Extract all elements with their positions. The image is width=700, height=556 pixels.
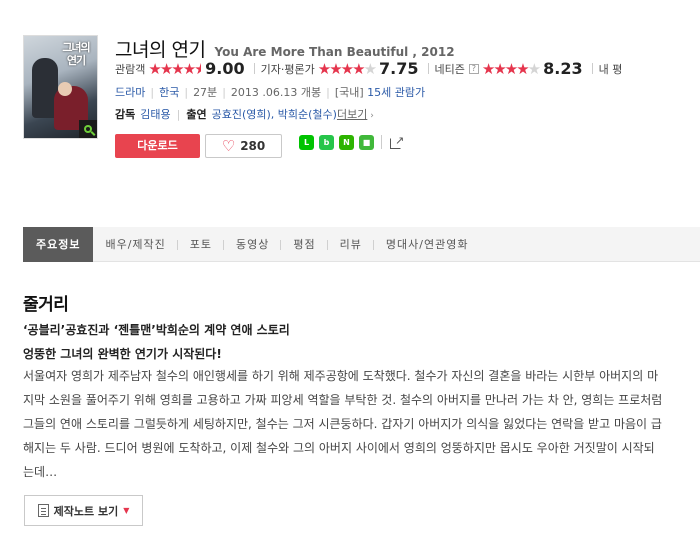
star-rating-audience: ★★★★★ <box>148 59 202 78</box>
movie-title-row: 그녀의 연기 You Are More Than Beautiful , 201… <box>115 35 455 62</box>
score-netizen: 8.23 <box>543 59 583 78</box>
divider: | <box>184 86 189 99</box>
divider: | <box>222 86 226 99</box>
rating-label-mine[interactable]: 내 평 <box>599 61 623 77</box>
rating-label-critic: 기자·평론가 <box>260 62 315 76</box>
rating-row: 관람객 ★★★★★ 9.00 기자·평론가 ★★★★★ 7.75 네티즌 ? ★… <box>115 59 625 78</box>
share-icon[interactable]: ↗ <box>389 134 405 150</box>
divider: | <box>176 108 181 121</box>
divider <box>381 135 382 149</box>
help-icon[interactable]: ? <box>468 63 479 74</box>
movie-title-en: You Are More Than Beautiful , 2012 <box>214 45 455 59</box>
rating-label-netizen: 네티즌 <box>434 62 465 76</box>
more-link[interactable]: 더보기 <box>337 108 367 121</box>
credits: 감독 김태용 | 출연 공효진(영희), 박희순(철수)더보기 › <box>115 106 374 122</box>
band-icon[interactable]: b <box>319 134 334 150</box>
tab-reviews[interactable]: 리뷰 <box>328 227 375 262</box>
star-rating-netizen: ★★★★★ <box>481 59 541 78</box>
synopsis-heading: 줄거리 <box>23 295 69 315</box>
grade-link[interactable]: 15세 관람가 <box>367 86 425 99</box>
director-label: 감독 <box>115 108 136 121</box>
synopsis-body: 서울여자 영희가 제주남자 철수의 애인행세를 하기 위해 제주공항에 도착했다… <box>23 369 663 479</box>
star-rating-critic: ★★★★★ <box>317 59 377 78</box>
cafe-icon[interactable]: ■ <box>359 134 374 150</box>
tab-main-info[interactable]: 주요정보 <box>23 226 94 262</box>
divider <box>427 63 429 74</box>
tab-bar: 주요정보 배우/제작진 포토 동영상 평점 리뷰 명대사/연관영화 <box>23 226 700 262</box>
tab-photos[interactable]: 포토 <box>178 227 225 262</box>
country-link[interactable]: 한국 <box>159 86 179 99</box>
tab-cast-crew[interactable]: 배우/제작진 <box>93 227 179 262</box>
blog-icon[interactable]: N <box>339 134 354 150</box>
document-icon <box>37 504 49 517</box>
score-critic: 7.75 <box>379 59 419 78</box>
zoom-icon[interactable] <box>79 120 97 138</box>
movie-poster[interactable]: 그녀의 연기 <box>23 35 98 139</box>
tab-videos[interactable]: 동영상 <box>224 227 282 262</box>
release-date: 2013 .06.13 개봉 <box>230 86 322 99</box>
tab-quotes-related[interactable]: 명대사/연관영화 <box>374 227 481 262</box>
cast-label: 출연 <box>186 108 207 121</box>
grade-prefix: [국내] <box>334 86 364 99</box>
synopsis-tagline: ‘공블리’공효진과 ‘젠틀맨’박희순의 계약 연애 스토리 <box>23 323 290 337</box>
cast-links[interactable]: 공효진(영희), 박희순(철수) <box>212 108 337 121</box>
divider <box>253 63 255 74</box>
chevron-right-icon: › <box>367 111 374 121</box>
production-notes-button[interactable]: 제작노트 보기 ▼ <box>24 495 143 526</box>
synopsis-tagline: 엉뚱한 그녀의 완벽한 연기가 시작된다! <box>23 347 222 361</box>
poster-title: 그녀의 연기 <box>62 41 90 67</box>
tab-ratings[interactable]: 평점 <box>281 227 328 262</box>
runtime: 27분 <box>193 86 218 99</box>
poster-figure <box>58 82 72 96</box>
divider <box>591 63 593 74</box>
divider: | <box>150 86 155 99</box>
movie-title: 그녀의 연기 <box>115 39 206 61</box>
score-audience: 9.00 <box>205 59 245 78</box>
download-button[interactable]: 다운로드 <box>115 134 200 158</box>
line-icon[interactable]: L <box>299 134 314 150</box>
genre-link[interactable]: 드라마 <box>115 86 145 99</box>
divider: | <box>326 86 330 99</box>
movie-meta: 드라마 | 한국 | 27분 | 2013 .06.13 개봉 | [국내] 15세 관람가 <box>115 84 425 100</box>
production-notes-label: 제작노트 보기 <box>53 504 119 518</box>
heart-icon: ♡ <box>221 136 236 155</box>
director-link[interactable]: 김태용 <box>140 108 170 121</box>
share-bar: L b N ■ ↗ <box>299 134 405 150</box>
caret-down-icon: ▼ <box>123 506 130 515</box>
rating-label-audience: 관람객 <box>115 62 146 76</box>
like-count: 280 <box>240 139 266 153</box>
like-button[interactable]: ♡ 280 <box>205 134 282 158</box>
